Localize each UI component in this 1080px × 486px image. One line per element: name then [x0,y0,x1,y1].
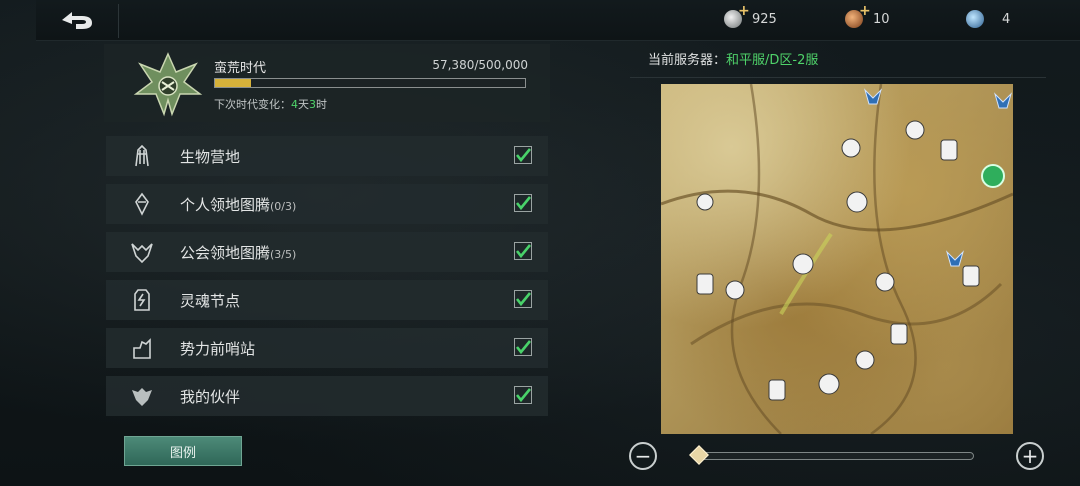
soul-node-marker [696,273,714,295]
player-location-marker [981,164,1005,188]
soul-node-icon [134,289,150,311]
era-title: 蛮荒时代 [214,61,267,76]
plus-icon: + [1021,444,1039,468]
silver-coin-icon: + [724,3,750,28]
personal-totem-icon [135,192,149,216]
era-next-change: 下次时代变化：4天3时 [214,96,327,112]
guild-totem-icon [131,243,153,264]
zoom-in-button[interactable]: + [1016,442,1044,470]
world-map[interactable] [661,84,1013,434]
server-divider [630,77,1046,78]
server-value: 和平服/D区-2服 [726,53,819,68]
bronze-amount: 10 [873,11,890,27]
zoom-out-button[interactable]: − [629,442,657,470]
guild-totem-marker [993,92,1013,109]
filter-checkbox[interactable] [514,242,532,260]
faction-outpost-marker [875,272,895,292]
filter-checkbox[interactable] [514,146,532,164]
server-label: 当前服务器： [648,53,727,68]
filter-row-faction-outpost[interactable]: 势力前哨站 [106,328,548,368]
filter-row-personal-totem[interactable]: 个人领地图腾(0/3) [106,184,548,224]
plus-icon: + [859,3,871,19]
era-progress-fill [215,79,251,87]
filter-row-guild-totem[interactable]: 公会领地图腾(3/5) [106,232,548,272]
era-next-label: 下次时代变化： [214,98,291,111]
filter-row-creature-camp[interactable]: 生物营地 [106,136,548,176]
soul-node-marker [962,265,980,287]
current-server: 当前服务器：和平服/D区-2服 [648,49,818,68]
silver-amount: 925 [752,11,777,27]
faction-outpost-icon [133,338,151,359]
top-bar [36,0,1080,41]
checkmark-icon [515,148,532,163]
era-progress-bar [214,78,526,88]
creature-camp-marker [696,193,714,211]
checkmark-icon [515,388,532,403]
guild-totem-marker [945,250,965,267]
creature-camp-marker [841,138,861,158]
filter-label: 灵魂节点 [180,291,241,310]
filter-row-companion[interactable]: 我的伙伴 [106,376,548,416]
faction-outpost-marker [855,350,875,370]
filter-label: 我的伙伴 [180,387,241,406]
checkmark-icon [515,196,532,211]
creature-camp-icon [135,144,149,167]
checkmark-icon [515,340,532,355]
era-days: 4 [291,98,298,111]
faction-outpost-marker [792,253,814,275]
era-hours: 3 [309,98,316,111]
era-days-unit: 天 [298,98,309,111]
guild-totem-marker [846,191,868,213]
companion-icon [132,388,152,406]
filter-checkbox[interactable] [514,386,532,404]
soul-node-marker [768,379,786,401]
soul-node-marker [890,323,908,345]
back-button[interactable] [52,6,102,34]
filter-checkbox[interactable] [514,338,532,356]
bronze-token-icon: + [845,3,871,28]
plus-icon: + [738,3,750,19]
map-terrain [661,84,1013,434]
era-emblem-icon [133,52,203,117]
filter-checkbox[interactable] [514,194,532,212]
checkmark-icon [515,292,532,307]
filter-checkbox[interactable] [514,290,532,308]
resource-bronze[interactable]: + 10 [845,3,890,28]
faction-outpost-marker [818,373,840,395]
zoom-slider-track[interactable] [692,452,974,460]
checkmark-icon [515,244,532,259]
creature-camp-marker [905,120,925,140]
minus-icon: − [634,444,652,468]
faction-outpost-marker [725,280,745,300]
gem-amount: 4 [1002,11,1011,27]
era-progress-count: 57,380/500,000 [432,58,528,72]
filter-label: 公会领地图腾(3/5) [180,243,297,262]
resource-gem[interactable]: 4 [966,10,1010,28]
filter-row-soul-node[interactable]: 灵魂节点 [106,280,548,320]
top-divider [118,4,119,38]
blue-gem-icon [966,10,984,28]
soul-node-marker [940,139,958,161]
back-arrow-icon [62,12,92,29]
era-hours-unit: 时 [316,98,327,111]
filter-label: 生物营地 [180,147,241,166]
legend-button[interactable]: 图例 [124,436,242,466]
filter-label: 个人领地图腾(0/3) [180,195,297,214]
filter-label: 势力前哨站 [180,339,256,358]
resource-silver[interactable]: + 925 [724,3,777,28]
